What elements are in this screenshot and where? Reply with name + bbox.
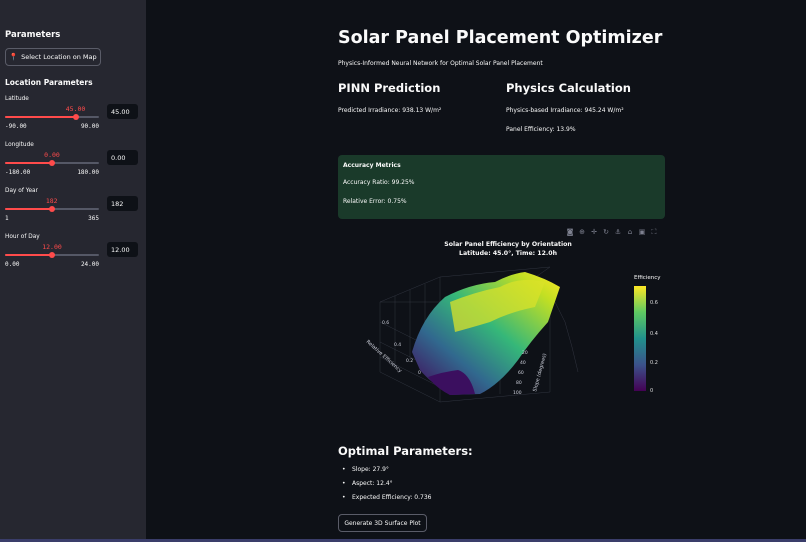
optimal-parameters-list: Slope: 27.9° Aspect: 12.4° Expected Effi… (342, 467, 431, 509)
physics-calculation-heading: Physics Calculation (506, 81, 631, 95)
longitude-slider-fill (5, 162, 52, 164)
generate-surface-plot-button[interactable]: Generate 3D Surface Plot (338, 514, 427, 532)
hour-of-day-input[interactable]: 12.00 (107, 242, 138, 257)
rotate-icon[interactable]: ↻ (602, 228, 610, 236)
plot-title-line1: Solar Panel Efficiency by Orientation (444, 241, 572, 248)
longitude-label: Longitude (5, 142, 34, 148)
relative-error: Relative Error: 0.75% (343, 198, 407, 205)
optimal-parameters-title: Optimal Parameters: (338, 444, 473, 458)
latitude-label: Latitude (5, 96, 29, 102)
z-tick-4: 0 (418, 370, 421, 376)
latitude-value: 45.00 (65, 105, 86, 113)
y-tick-4: 80 (516, 380, 522, 386)
latitude-slider-thumb[interactable] (72, 114, 79, 120)
longitude-input[interactable]: 0.00 (107, 150, 138, 165)
colorbar-tick-06: 0.6 (650, 300, 658, 306)
z-tick-1: 0.6 (382, 320, 389, 326)
colorbar-title: Efficiency (634, 275, 661, 281)
plot-title: Solar Panel Efficiency by Orientation La… (338, 240, 678, 258)
longitude-value: 0.00 (44, 151, 60, 159)
page-subtitle: Physics-Informed Neural Network for Opti… (338, 60, 543, 67)
y-tick-1: 20 (522, 350, 528, 356)
hour-of-day-slider-group: Hour of Day 12.00 0.00 24.00 12.00 (5, 234, 145, 274)
fullscreen-icon[interactable]: ⛶ (650, 228, 658, 236)
y-tick-5: 100 (513, 390, 522, 396)
day-of-year-max: 365 (88, 215, 99, 222)
hour-of-day-max: 24.00 (80, 261, 99, 268)
day-of-year-value: 182 (45, 197, 58, 205)
zoom-icon[interactable]: ⊕ (578, 228, 586, 236)
hour-of-day-slider[interactable] (5, 252, 99, 258)
y-axis-label: Slope (degrees) (532, 353, 548, 393)
home-icon[interactable]: ⌂ (626, 228, 634, 236)
longitude-min: -180.00 (5, 169, 31, 176)
accuracy-ratio: Accuracy Ratio: 99.25% (343, 179, 415, 186)
colorbar (634, 286, 646, 391)
pinn-prediction-heading: PINN Prediction (338, 81, 441, 95)
hour-of-day-slider-fill (5, 254, 52, 256)
optimal-aspect: Aspect: 12.4° (342, 481, 431, 488)
sidebar-title: Parameters (5, 30, 61, 40)
day-of-year-slider-group: Day of Year 182 1 365 182 (5, 188, 145, 228)
camera-icon[interactable]: ◙ (566, 228, 574, 236)
map-pin-icon: 📍 (9, 53, 19, 61)
video-icon[interactable]: ▣ (638, 228, 646, 236)
latitude-max: 90.00 (80, 123, 99, 130)
select-location-button[interactable]: 📍 Select Location on Map (5, 48, 101, 66)
longitude-slider-thumb[interactable] (49, 160, 55, 166)
orbit-icon[interactable]: ⚓ (614, 228, 622, 236)
page-title: Solar Panel Placement Optimizer (338, 28, 663, 48)
day-of-year-slider[interactable] (5, 206, 99, 212)
expected-efficiency: Expected Efficiency: 0.736 (342, 495, 431, 502)
select-location-label: Select Location on Map (21, 53, 97, 61)
plot-title-line2: Latitude: 45.0°, Time: 12.0h (459, 250, 557, 257)
surface-plot-svg: 0.6 0.4 0.2 0 Relative Efficiency 20 40 … (365, 266, 579, 403)
hour-of-day-slider-thumb[interactable] (49, 252, 55, 258)
panel-efficiency: Panel Efficiency: 13.9% (506, 126, 576, 133)
day-of-year-slider-thumb[interactable] (48, 206, 55, 212)
accuracy-metrics-title: Accuracy Metrics (343, 162, 401, 169)
latitude-slider-group: Latitude 45.00 -90.00 90.00 45.00 (5, 96, 145, 136)
pan-icon[interactable]: ✛ (590, 228, 598, 236)
day-of-year-label: Day of Year (5, 188, 38, 194)
day-of-year-slider-fill (5, 208, 52, 210)
efficiency-surface-plot[interactable]: 0.6 0.4 0.2 0 Relative Efficiency 20 40 … (350, 262, 650, 412)
latitude-input[interactable]: 45.00 (107, 104, 138, 119)
physics-irradiance: Physics-based Irradiance: 945.24 W/m² (506, 107, 624, 114)
predicted-irradiance: Predicted Irradiance: 938.13 W/m² (338, 107, 442, 114)
location-parameters-title: Location Parameters (5, 78, 93, 87)
latitude-slider[interactable] (5, 114, 99, 120)
colorbar-tick-04: 0.4 (650, 331, 658, 337)
plot-toolbar: ◙ ⊕ ✛ ↻ ⚓ ⌂ ▣ ⛶ (566, 228, 658, 236)
y-tick-3: 60 (518, 370, 524, 376)
sidebar: Parameters 📍 Select Location on Map Loca… (0, 0, 146, 542)
hour-of-day-label: Hour of Day (5, 234, 40, 240)
latitude-slider-fill (5, 116, 76, 118)
day-of-year-input[interactable]: 182 (107, 196, 138, 211)
z-tick-3: 0.2 (406, 358, 413, 364)
z-tick-2: 0.4 (394, 342, 401, 348)
hour-of-day-value: 12.00 (42, 243, 62, 251)
colorbar-tick-0: 0 (650, 388, 654, 394)
y-tick-2: 40 (520, 360, 526, 366)
longitude-slider[interactable] (5, 160, 99, 166)
day-of-year-min: 1 (5, 215, 9, 222)
optimal-slope: Slope: 27.9° (342, 467, 431, 474)
hour-of-day-min: 0.00 (5, 261, 20, 268)
colorbar-tick-02: 0.2 (650, 360, 658, 366)
longitude-slider-group: Longitude 0.00 -180.00 180.00 0.00 (5, 142, 145, 182)
latitude-min: -90.00 (5, 123, 27, 130)
longitude-max: 180.00 (77, 169, 99, 176)
accuracy-metrics-box: Accuracy Metrics Accuracy Ratio: 99.25% … (338, 155, 665, 219)
